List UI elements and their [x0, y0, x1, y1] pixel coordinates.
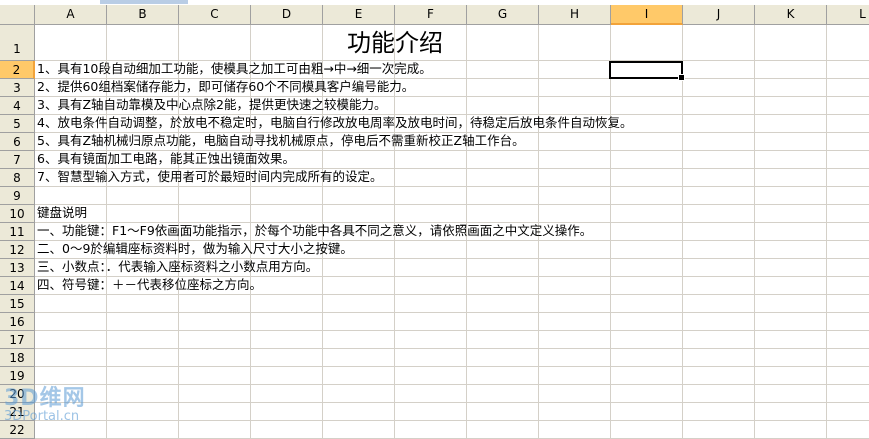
row-header-5[interactable]: 5	[0, 115, 35, 133]
cell-A11[interactable]: 一、功能键：F1～F9依画面功能指示，於每个功能中各具不同之意义，请依照画面之中…	[37, 222, 592, 240]
column-header-J[interactable]: J	[683, 5, 755, 25]
row-header-16[interactable]: 16	[0, 313, 35, 331]
cell-A12[interactable]: 二、0～9於编辑座标资料时，做为输入尺寸大小之按键。	[37, 240, 353, 258]
watermark-small: 3DPortal.cn	[4, 409, 80, 424]
column-header-E[interactable]: E	[323, 5, 395, 25]
column-header-A[interactable]: A	[35, 5, 107, 25]
row-header-10[interactable]: 10	[0, 205, 35, 223]
row-header-9[interactable]: 9	[0, 187, 35, 205]
row-header-2[interactable]: 2	[0, 61, 35, 79]
grid-hline	[35, 330, 869, 331]
column-header-C[interactable]: C	[179, 5, 251, 25]
watermark-logo: 3D维网 3DPortal.cn	[4, 388, 86, 424]
column-header-F[interactable]: F	[395, 5, 467, 25]
column-header-B[interactable]: B	[107, 5, 179, 25]
cell-A6[interactable]: 5、具有Z轴机械归原点功能，电脑自动寻找机械原点，停电后不需重新校正Z轴工作台。	[37, 132, 525, 150]
grid-hline	[35, 420, 869, 421]
cell-A13[interactable]: 三、小数点：．代表输入座标资料之小数点用方向。	[37, 258, 318, 276]
grid-hline	[35, 186, 869, 187]
column-header-K[interactable]: K	[755, 5, 827, 25]
row-header-15[interactable]: 15	[0, 295, 35, 313]
sheet-title[interactable]: 功能介绍	[35, 25, 755, 61]
row-header-4[interactable]: 4	[0, 97, 35, 115]
cell-A14[interactable]: 四、符号键：＋－代表移位座标之方向。	[37, 276, 262, 294]
grid-vline	[610, 25, 611, 439]
row-header-18[interactable]: 18	[0, 349, 35, 367]
grid-hline	[35, 348, 869, 349]
grid-vline	[826, 25, 827, 439]
spreadsheet: ABCDEFGHIJKL 1 2 3 4 5 6 7 8 9 10 11 12 13 14 15 16 17 18…	[0, 0, 869, 439]
cell-A4[interactable]: 3、具有Z轴自动靠模及中心点除2能，提供更快速之较模能力。	[37, 96, 386, 114]
grid-hline	[35, 366, 869, 367]
row-header-8[interactable]: 8	[0, 169, 35, 187]
watermark-big: 3D维网	[4, 386, 86, 411]
column-header-D[interactable]: D	[251, 5, 323, 25]
cell-A3[interactable]: 2、提供60组档案储存能力，即可储存60个不同模具客户编号能力。	[37, 78, 414, 96]
column-header-H[interactable]: H	[539, 5, 611, 25]
cell-A2[interactable]: 1、具有10段自动细加工功能，使模具之加工可由粗→中→细一次完成。	[37, 60, 432, 78]
row-header-3[interactable]: 3	[0, 79, 35, 97]
cell-A5[interactable]: 4、放电条件自动调整，於放电不稳定时，电脑自行修改放电周率及放电时间，待稳定后放…	[37, 114, 632, 132]
column-header-G[interactable]: G	[467, 5, 539, 25]
row-header-14[interactable]: 14	[0, 277, 35, 295]
row-header-1[interactable]: 1	[0, 25, 35, 61]
row-header-13[interactable]: 13	[0, 259, 35, 277]
row-header-6[interactable]: 6	[0, 133, 35, 151]
grid-hline	[35, 402, 869, 403]
column-header-I[interactable]: I	[611, 5, 683, 25]
row-header-17[interactable]: 17	[0, 331, 35, 349]
cell-A7[interactable]: 6、具有镜面加工电路，能其正蚀出镜面效果。	[37, 150, 295, 168]
grid-hline	[35, 294, 869, 295]
row-header-19[interactable]: 19	[0, 367, 35, 385]
cell-A8[interactable]: 7、智慧型输入方式，使用者可於最短时间内完成所有的设定。	[37, 168, 382, 186]
column-header-L[interactable]: L	[827, 5, 869, 25]
grid-hline	[35, 312, 869, 313]
grid-vline	[682, 25, 683, 439]
grid-vline	[754, 25, 755, 439]
active-cell-I2[interactable]	[609, 61, 685, 81]
cell-A10[interactable]: 键盘说明	[37, 204, 87, 222]
grid-hline	[35, 384, 869, 385]
row-header-11[interactable]: 11	[0, 223, 35, 241]
select-all-corner[interactable]	[0, 5, 35, 25]
row-header-12[interactable]: 12	[0, 241, 35, 259]
grid-hline	[35, 204, 869, 205]
row-header-7[interactable]: 7	[0, 151, 35, 169]
